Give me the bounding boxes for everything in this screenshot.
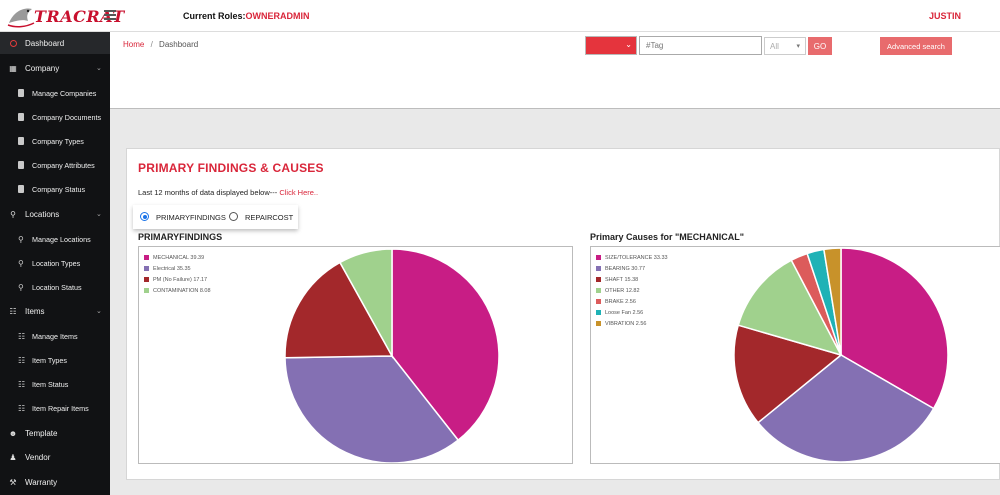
roles-value: OWNERADMIN: [245, 11, 310, 21]
header-area: Home / Dashboard ⌄ All ▾ GO Advanced sea…: [110, 32, 1000, 109]
data-range-label: Last 12 months of data displayed below--…: [138, 188, 278, 197]
user-circle-icon: ☻: [8, 428, 18, 438]
chart-1-title: PRIMARYFINDINGS: [138, 232, 223, 242]
sidebar-item-label: Company Attributes: [32, 160, 95, 170]
document-icon: [18, 137, 24, 145]
sidebar-item-label: Manage Items: [32, 331, 78, 341]
advanced-search-button[interactable]: Advanced search: [880, 37, 952, 55]
card-title: PRIMARY FINDINGS & CAUSES: [138, 161, 324, 175]
click-here-link[interactable]: Click Here..: [279, 188, 318, 197]
map-pin-icon: ⚲: [18, 283, 24, 292]
chevron-down-icon: ⌄: [96, 65, 102, 72]
sidebar-item-location-status[interactable]: ⚲ Location Status: [0, 276, 110, 298]
sidebar-item-template[interactable]: ☻ Template: [0, 422, 110, 444]
chart-1-box: MECHANICAL 39.39 Electrical 35.35 PM (No F…: [138, 246, 573, 464]
sidebar-item-label: Warranty: [25, 477, 58, 487]
sidebar-item-company-status[interactable]: Company Status: [0, 178, 110, 200]
chevron-down-icon: ⌄: [96, 308, 102, 315]
chart-1-pie: [284, 248, 500, 463]
sidebar-item-label: Dashboard: [25, 38, 65, 48]
rat-logo-icon: [7, 8, 35, 28]
map-pin-icon: ⚲: [18, 259, 24, 268]
menu-toggle-icon[interactable]: [104, 10, 116, 20]
sitemap-icon: ☷: [9, 306, 17, 316]
chart-2-pie: [733, 247, 949, 463]
sidebar-item-location-types[interactable]: ⚲ Location Types: [0, 252, 110, 274]
sidebar-item-warranty[interactable]: ⚒ Warranty: [0, 471, 110, 493]
sidebar-item-label: Item Repair Items: [32, 403, 89, 413]
sidebar-item-label: Company Status: [32, 184, 86, 194]
chart-mode-toggle: PRIMARYFINDINGS REPAIRCOST: [133, 205, 298, 229]
sidebar-item-item-types[interactable]: ☷ Item Types: [0, 349, 110, 371]
radio-repaircost[interactable]: [229, 212, 238, 221]
primary-findings-card: PRIMARY FINDINGS & CAUSES Last 12 months…: [126, 148, 1000, 480]
sidebar: Dashboard ▦ Company ⌄ Manage Companies C…: [0, 32, 110, 495]
sidebar-item-label: Items: [25, 306, 45, 316]
sidebar-item-company-documents[interactable]: Company Documents: [0, 106, 110, 128]
sidebar-item-manage-companies[interactable]: Manage Companies: [0, 82, 110, 104]
sidebar-item-label: Item Status: [32, 379, 69, 389]
sidebar-item-label: Manage Locations: [32, 234, 91, 244]
breadcrumb-separator: /: [150, 40, 153, 49]
user-icon: ♟: [9, 452, 17, 462]
radio-repaircost-label: REPAIRCOST: [245, 213, 294, 222]
sidebar-item-label: Company: [25, 63, 60, 73]
sidebar-item-company-types[interactable]: Company Types: [0, 130, 110, 152]
chevron-down-icon: ⌄: [625, 40, 632, 49]
sidebar-item-manage-items[interactable]: ☷ Manage Items: [0, 325, 110, 347]
radio-primaryfindings[interactable]: [140, 212, 149, 221]
chart-2-box: SIZE/TOLERANCE 33.33 BEARING 30.77 SHAFT 1…: [590, 246, 1000, 464]
sitemap-icon: ☷: [18, 356, 26, 365]
sidebar-item-dashboard[interactable]: Dashboard: [0, 32, 110, 54]
top-bar: TRACRAT Current Roles:OWNERADMIN JUSTIN: [0, 0, 1000, 32]
sidebar-item-label: Location Types: [32, 258, 81, 268]
sitemap-icon: ☷: [18, 404, 26, 413]
sidebar-item-label: Company Documents: [32, 112, 102, 122]
document-icon: [18, 185, 24, 193]
chevron-down-icon: ⌄: [96, 211, 102, 218]
sidebar-item-company[interactable]: ▦ Company ⌄: [0, 57, 110, 79]
filter-all-select[interactable]: All ▾: [764, 37, 806, 55]
sidebar-item-manage-locations[interactable]: ⚲ Manage Locations: [0, 228, 110, 250]
sidebar-item-label: Item Types: [32, 355, 68, 365]
sidebar-item-label: Company Types: [32, 136, 84, 146]
document-icon: [18, 89, 24, 97]
sidebar-item-items[interactable]: ☷ Items ⌄: [0, 300, 110, 322]
tag-search-input[interactable]: [639, 36, 762, 55]
filter-all-value: All: [770, 42, 779, 51]
data-range-text: Last 12 months of data displayed below--…: [138, 188, 318, 197]
sidebar-item-company-attributes[interactable]: Company Attributes: [0, 154, 110, 176]
sidebar-item-item-status[interactable]: ☷ Item Status: [0, 373, 110, 395]
sitemap-icon: ☷: [18, 380, 26, 389]
chart-2-title: Primary Causes for "MECHANICAL": [590, 232, 745, 242]
sidebar-item-locations[interactable]: ⚲ Locations ⌄: [0, 203, 110, 225]
chevron-down-icon: ▾: [796, 43, 800, 50]
breadcrumb: Home / Dashboard: [123, 40, 198, 49]
go-button[interactable]: GO: [808, 37, 832, 55]
map-pin-icon: ⚲: [18, 235, 24, 244]
dashboard-icon: [9, 39, 17, 47]
document-icon: [18, 161, 24, 169]
wrench-icon: ⚒: [9, 477, 17, 487]
company-select[interactable]: ⌄: [585, 36, 637, 55]
current-roles: Current Roles:OWNERADMIN: [183, 11, 310, 21]
sitemap-icon: ☷: [18, 332, 26, 341]
user-menu[interactable]: JUSTIN: [929, 11, 961, 21]
radio-primaryfindings-label: PRIMARYFINDINGS: [156, 213, 226, 222]
sidebar-item-label: Template: [25, 428, 58, 438]
tracrat-logo[interactable]: TRACRAT: [6, 3, 124, 29]
sidebar-item-label: Locations: [25, 209, 60, 219]
sidebar-item-label: Manage Companies: [32, 88, 97, 98]
sidebar-item-item-repair-items[interactable]: ☷ Item Repair Items: [0, 397, 110, 419]
building-icon: ▦: [9, 63, 17, 73]
breadcrumb-home-link[interactable]: Home: [123, 40, 144, 49]
breadcrumb-current: Dashboard: [159, 40, 199, 49]
roles-label: Current Roles:: [183, 11, 246, 21]
sidebar-item-label: Vendor: [25, 452, 51, 462]
sidebar-item-vendor[interactable]: ♟ Vendor: [0, 446, 110, 468]
map-pin-icon: ⚲: [10, 209, 16, 219]
sidebar-item-label: Location Status: [32, 282, 82, 292]
document-icon: [18, 113, 24, 121]
